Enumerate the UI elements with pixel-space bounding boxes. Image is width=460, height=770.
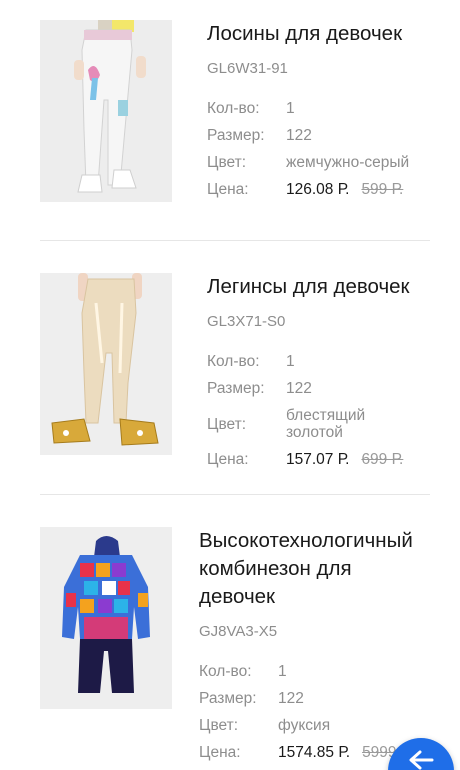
size-row: Размер: 122 <box>207 375 410 402</box>
product-photo-leggings-grey <box>40 20 172 202</box>
qty-value: 1 <box>278 663 287 680</box>
back-arrow-icon <box>409 750 434 770</box>
color-value: жемчужно-серый <box>286 154 410 171</box>
old-price: 699 Р. <box>361 451 404 468</box>
product-sku: GL6W31-91 <box>207 60 288 77</box>
size-value: 122 <box>286 127 312 144</box>
qty-value: 1 <box>286 353 295 370</box>
size-value: 122 <box>286 380 312 397</box>
old-price: 599 Р. <box>361 181 404 198</box>
color-row: Цвет: жемчужно-серый <box>207 149 409 176</box>
product-photo-leggings-gold <box>40 273 172 455</box>
size-value: 122 <box>278 690 304 707</box>
price-value: 126.08 Р. <box>286 181 350 198</box>
product-title[interactable]: Лосины для девочек <box>207 20 409 48</box>
price-row: Цена: 126.08 Р. 599 Р. <box>207 176 409 203</box>
price-value: 1574.85 Р. <box>278 744 351 761</box>
product-photo-snowsuit <box>40 527 172 709</box>
qty-row: Кол-во: 1 <box>207 95 409 122</box>
product-title[interactable]: Высокотехнологичный комбинезон для девоч… <box>199 527 431 611</box>
qty-row: Кол-во: 1 <box>199 658 431 685</box>
qty-row: Кол-во: 1 <box>207 348 410 375</box>
product-image[interactable] <box>40 273 172 455</box>
product-image[interactable] <box>40 527 172 709</box>
product-title[interactable]: Легинсы для девочек <box>207 273 410 301</box>
product-sku: GJ8VA3-X5 <box>199 623 278 640</box>
color-value: фуксия <box>278 717 331 734</box>
divider <box>40 494 430 495</box>
color-row: Цвет: блестящий золотой <box>207 402 410 446</box>
color-row: Цвет: фуксия <box>199 712 431 739</box>
size-row: Размер: 122 <box>199 685 431 712</box>
product-image[interactable] <box>40 20 172 202</box>
divider <box>40 240 430 241</box>
product-sku: GL3X71-S0 <box>207 313 286 330</box>
qty-value: 1 <box>286 100 295 117</box>
price-value: 157.07 Р. <box>286 451 350 468</box>
size-row: Размер: 122 <box>207 122 409 149</box>
price-row: Цена: 157.07 Р. 699 Р. <box>207 446 410 473</box>
color-value: блестящий золотой <box>286 407 366 441</box>
